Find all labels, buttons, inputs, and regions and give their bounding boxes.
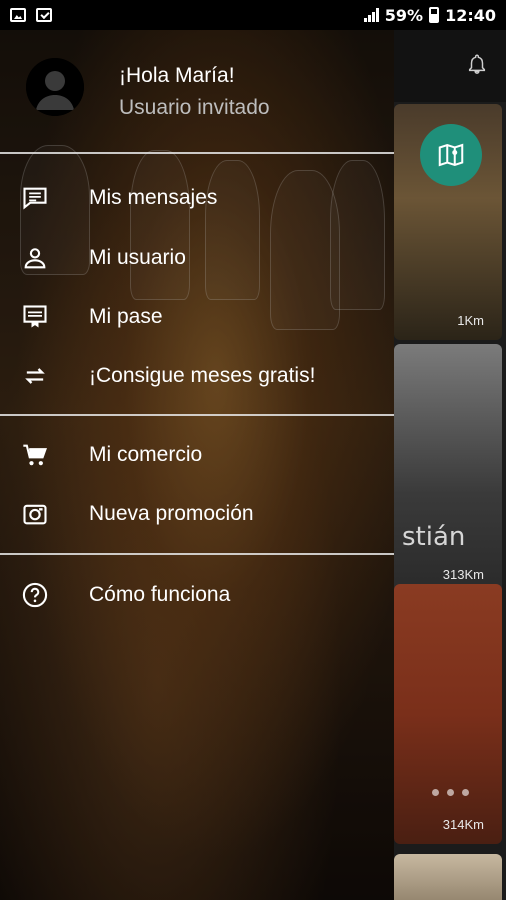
menu-item-label: Cómo funciona [89,583,231,606]
checkbox-icon [36,8,52,22]
message-icon [20,183,50,213]
status-bar: 59% 12:40 [0,0,506,30]
divider [0,414,394,416]
camera-icon [20,499,50,529]
listing-card[interactable]: stián 313Km [394,344,502,594]
signal-icon [363,8,379,22]
divider [0,553,394,555]
menu-item-label: Nueva promoción [89,502,254,525]
greeting: ¡Hola María! [119,64,235,87]
listing-card[interactable] [394,854,502,900]
clock: 12:40 [445,5,496,25]
carousel-dots [432,789,469,796]
drawer-header: ¡Hola María! Usuario invitado [0,30,394,152]
image-icon [10,8,26,22]
menu-item-label: ¡Consigue meses gratis! [89,364,316,387]
menu-item-label: Mi usuario [89,246,186,269]
map-icon[interactable] [420,124,482,186]
card-distance: 314Km [442,817,484,832]
card-distance: 313Km [442,567,484,582]
listing-card[interactable]: 1Km [394,104,502,340]
user-status: Usuario invitado [119,96,270,119]
menu-item-label: Mi comercio [89,443,203,466]
user-icon [20,243,50,273]
menu-item-label: Mis mensajes [89,186,218,209]
menu-item-mi-comercio[interactable]: Mi comercio [0,427,394,483]
menu-item-mi-usuario[interactable]: Mi usuario [0,230,394,286]
menu-item-meses-gratis[interactable]: ¡Consigue meses gratis! [0,348,394,404]
navigation-drawer: ¡Hola María! Usuario invitado Mis mensaj… [0,30,394,900]
battery-percent: 59% [384,5,424,25]
swap-icon [20,361,50,391]
card-title: stián [402,522,466,552]
menu-item-mi-pase[interactable]: Mi pase [0,289,394,345]
menu-item-como-funciona[interactable]: Cómo funciona [0,567,394,623]
battery-icon [429,7,440,23]
bell-icon[interactable] [466,52,488,76]
cart-icon [20,440,50,470]
listing-card[interactable]: 314Km [394,584,502,844]
divider [0,152,394,154]
menu-item-nueva-promocion[interactable]: Nueva promoción [0,486,394,542]
menu-item-label: Mi pase [89,305,163,328]
card-distance: 1Km [457,313,484,328]
menu-item-mis-mensajes[interactable]: Mis mensajes [0,170,394,226]
avatar[interactable] [26,58,84,116]
help-icon [20,580,50,610]
pass-icon [20,302,50,332]
